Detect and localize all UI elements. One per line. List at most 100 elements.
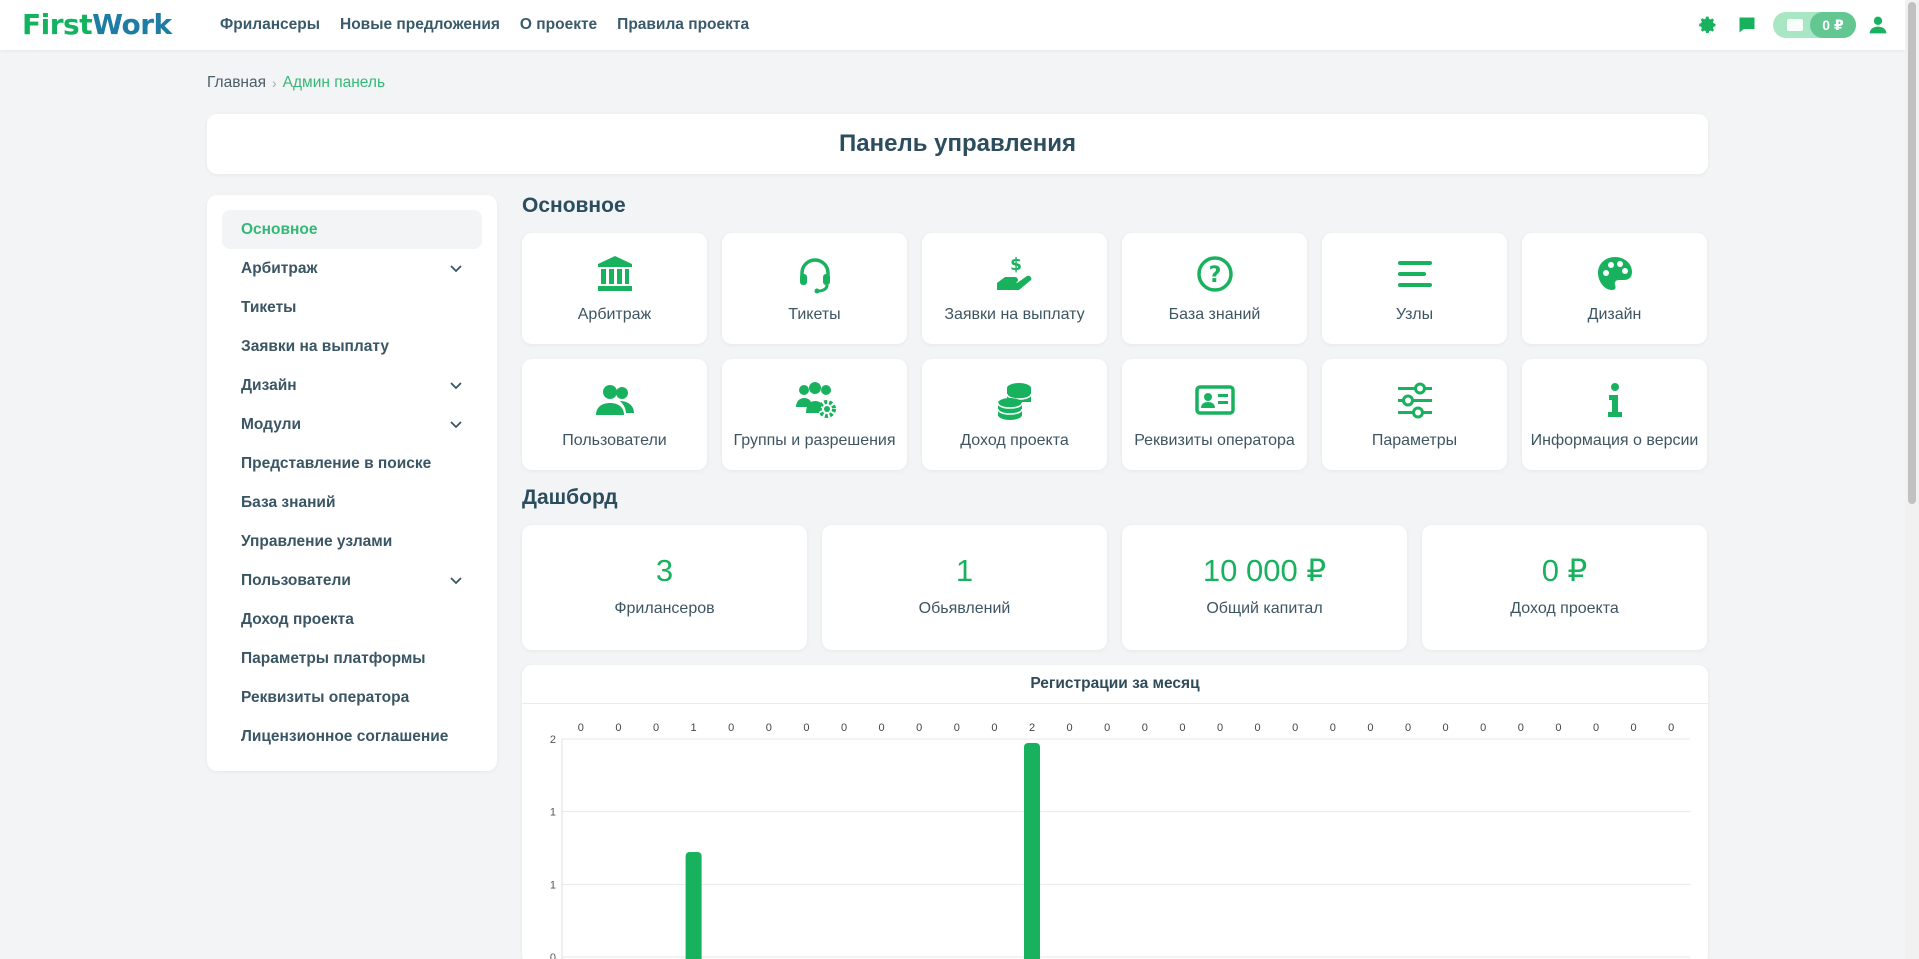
question-circle-icon: ? xyxy=(1197,256,1233,292)
tile-version-info[interactable]: Информация о версии xyxy=(1522,359,1707,470)
chart-bar[interactable] xyxy=(1024,743,1040,959)
tile-tickets[interactable]: Тикеты xyxy=(722,233,907,344)
chart-data-label: 2 xyxy=(1029,722,1035,734)
chart-data-label: 0 xyxy=(1255,722,1261,734)
lines-icon xyxy=(1398,261,1432,287)
chart-data-label: 1 xyxy=(691,722,697,734)
tile-design[interactable]: Дизайн xyxy=(1522,233,1707,344)
gear-icon[interactable] xyxy=(1698,15,1718,35)
chart-data-label: 0 xyxy=(1405,722,1411,734)
chart-data-label: 0 xyxy=(991,722,997,734)
tile-operator-details[interactable]: Реквизиты оператора xyxy=(1122,359,1307,470)
sidebar-item-label: Лицензионное соглашение xyxy=(241,727,449,745)
nav-new-offers[interactable]: Новые предложения xyxy=(340,16,500,34)
chart-data-label: 0 xyxy=(1593,722,1599,734)
coins-icon xyxy=(997,383,1032,420)
logo[interactable]: FirstWork xyxy=(22,8,172,41)
sidebar-item-nodes[interactable]: Управление узлами xyxy=(222,522,482,561)
logo-text-work: Work xyxy=(92,8,172,41)
chart-y-tick-label: 1 xyxy=(550,879,556,891)
sidebar-item-modules[interactable]: Модули xyxy=(222,405,482,444)
registrations-chart: 2 1 1 0 0 0 0 1 0 0 0 0 0 0 0 0 2 0 0 0 0 0 0 0 0 0 0 0 0 0 0 0 0 0 xyxy=(550,722,1690,959)
stat-value: 3 xyxy=(655,553,674,588)
tile-users[interactable]: Пользователи xyxy=(522,359,707,470)
sidebar-item-arbitration[interactable]: Арбитраж xyxy=(222,249,482,288)
svg-text:?: ? xyxy=(1209,263,1222,288)
sidebar-item-label: Арбитраж xyxy=(241,259,318,277)
registrations-chart-card: Регистрации за месяц 2110000100000000200… xyxy=(522,665,1708,959)
chart-data-label: 0 xyxy=(1067,722,1073,734)
sidebar-item-platform-params[interactable]: Параметры платформы xyxy=(222,639,482,678)
nav-freelancers[interactable]: Фрилансеры xyxy=(220,16,320,34)
chevron-down-icon xyxy=(450,577,462,585)
tile-label: Реквизиты оператора xyxy=(1134,432,1295,449)
users-icon xyxy=(596,385,634,415)
chart-data-label: 0 xyxy=(879,722,885,734)
tile-arbitration[interactable]: Арбитраж xyxy=(522,233,707,344)
info-icon xyxy=(1608,383,1622,417)
tile-label: Информация о версии xyxy=(1530,432,1699,449)
dashboard-title: Дашборд xyxy=(522,486,618,509)
page-title-card: Панель управления xyxy=(207,114,1708,174)
top-header: FirstWork Фрилансеры Новые предложения О… xyxy=(0,0,1905,50)
stat-caption: Обьявлений xyxy=(918,600,1011,617)
sidebar-item-search-view[interactable]: Представление в поиске xyxy=(222,444,482,483)
bank-icon xyxy=(598,256,632,291)
breadcrumb-current: Админ панель xyxy=(282,74,386,91)
chart-y-tick-label: 2 xyxy=(550,734,556,746)
sidebar-item-main[interactable]: Основное xyxy=(222,210,482,249)
tile-project-income[interactable]: Доход проекта xyxy=(922,359,1107,470)
sidebar-item-knowledge-base[interactable]: База знаний xyxy=(222,483,482,522)
page-scrollbar[interactable] xyxy=(1905,0,1919,959)
stat-value: 1 xyxy=(955,553,974,588)
sidebar-item-design[interactable]: Дизайн xyxy=(222,366,482,405)
main-section-title: Основное xyxy=(522,194,626,217)
sidebar-item-users[interactable]: Пользователи xyxy=(222,561,482,600)
tile-label: Тикеты xyxy=(788,306,841,323)
sidebar-item-label: Управление узлами xyxy=(241,532,393,550)
tile-label: Пользователи xyxy=(562,432,667,449)
sidebar-item-license[interactable]: Лицензионное соглашение xyxy=(222,717,482,756)
nav-rules[interactable]: Правила проекта xyxy=(617,16,749,34)
sidebar-item-income[interactable]: Доход проекта xyxy=(222,600,482,639)
chart-bar[interactable] xyxy=(685,852,702,959)
tile-knowledge-base[interactable]: ? База знаний xyxy=(1122,233,1307,344)
chart-data-label: 0 xyxy=(1480,722,1486,734)
scrollbar-thumb[interactable] xyxy=(1908,2,1916,504)
chart-data-label: 0 xyxy=(1555,722,1561,734)
chart-y-tick-label: 1 xyxy=(550,807,556,819)
chart-data-label: 0 xyxy=(1104,722,1110,734)
tile-nodes[interactable]: Узлы xyxy=(1322,233,1507,344)
user-icon[interactable] xyxy=(1868,15,1888,35)
svg-text:$: $ xyxy=(1010,255,1022,275)
tile-label: База знаний xyxy=(1168,306,1261,323)
chart-data-label: 0 xyxy=(916,722,922,734)
chart-y-tick-label: 0 xyxy=(550,952,556,959)
sidebar-item-label: Представление в поиске xyxy=(241,454,432,472)
sidebar-item-label: Основное xyxy=(241,220,318,238)
chart-data-label: 0 xyxy=(1367,722,1373,734)
stat-caption: Фрилансеров xyxy=(614,600,715,617)
nav-about[interactable]: О проекте xyxy=(520,16,597,34)
wallet-button[interactable]: 0 ₽ xyxy=(1773,12,1856,38)
hand-dollar-icon: $ xyxy=(997,255,1032,290)
tile-parameters[interactable]: Параметры xyxy=(1322,359,1507,470)
sidebar-item-tickets[interactable]: Тикеты xyxy=(222,288,482,327)
chart-data-label: 0 xyxy=(728,722,734,734)
tile-payouts[interactable]: $ Заявки на выплату xyxy=(922,233,1107,344)
breadcrumb-home[interactable]: Главная xyxy=(207,74,266,92)
tile-groups-permissions[interactable]: Группы и разрешения xyxy=(722,359,907,470)
chart-data-label: 0 xyxy=(1443,722,1449,734)
sidebar-item-payouts[interactable]: Заявки на выплату xyxy=(222,327,482,366)
sidebar-item-label: Тикеты xyxy=(241,298,297,316)
tile-label: Доход проекта xyxy=(960,432,1069,449)
stat-caption: Общий капитал xyxy=(1206,600,1323,617)
sidebar-item-label: Параметры платформы xyxy=(241,649,426,667)
sidebar-item-operator-details[interactable]: Реквизиты оператора xyxy=(222,678,482,717)
sidebar-item-label: Пользователи xyxy=(241,571,351,589)
chart-data-label: 0 xyxy=(1518,722,1524,734)
chart-data-label: 0 xyxy=(1142,722,1148,734)
chart-data-label: 0 xyxy=(1668,722,1674,734)
stat-caption: Доход проекта xyxy=(1510,600,1619,617)
chat-icon[interactable] xyxy=(1737,15,1757,35)
